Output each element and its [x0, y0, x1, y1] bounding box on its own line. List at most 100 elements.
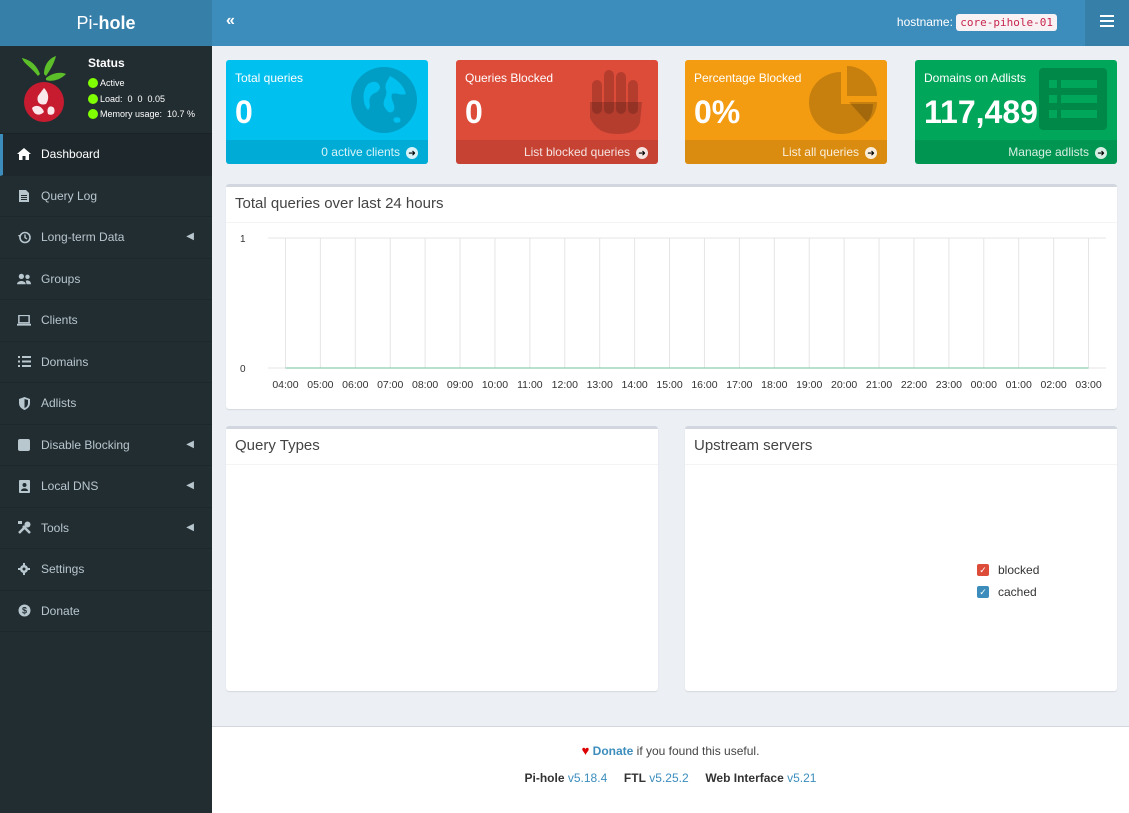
x-tick-label: 06:00: [342, 379, 368, 391]
file-icon: [17, 189, 31, 203]
sidebar-item-disable-blocking[interactable]: Disable Blocking ◀: [0, 425, 212, 466]
version-line: Pi-hole v5.18.4 FTL v5.25.2 Web Interfac…: [212, 771, 1129, 785]
percentage-blocked-box: Percentage Blocked 0% List all queries ➜: [685, 60, 887, 164]
status-title: Status: [88, 56, 125, 70]
chevron-left-icon: ◀: [186, 231, 194, 242]
menu-toggle-icon[interactable]: [1085, 0, 1129, 46]
sidebar-item-label: Adlists: [41, 396, 77, 411]
sidebar-collapse-icon[interactable]: «: [226, 12, 235, 30]
queries-over-time-panel: Total queries over last 24 hours 0 1 04:00…: [226, 184, 1117, 409]
sidebar-item-label: Settings: [41, 562, 85, 577]
gear-icon: [17, 562, 31, 576]
donate-icon: $: [17, 604, 31, 618]
x-tick-label: 14:00: [621, 379, 647, 391]
status-panel: Status Active Load: 0 0 0.05 Memory usag…: [0, 46, 212, 134]
x-tick-label: 07:00: [377, 379, 403, 391]
percentage-blocked-label: Percentage Blocked: [694, 71, 802, 85]
total-queries-label: Total queries: [235, 71, 304, 85]
x-tick-label: 11:00: [517, 379, 543, 391]
queries-blocked-value: 0: [465, 94, 483, 130]
app-logo[interactable]: Pi-hole: [0, 0, 212, 46]
list-all-queries-link[interactable]: List all queries ➜: [685, 140, 887, 164]
sidebar-item-adlists[interactable]: Adlists: [0, 383, 212, 425]
x-tick-label: 04:00: [272, 379, 298, 391]
sidebar-item-label: Long-term Data: [41, 230, 125, 245]
upstream-legend: ✓ blocked ✓ cached: [977, 559, 1039, 603]
donate-link[interactable]: Donate: [593, 744, 634, 758]
globe-icon: [351, 67, 417, 133]
legend-item-cached[interactable]: ✓ cached: [977, 581, 1039, 603]
sidebar-item-dashboard[interactable]: Dashboard: [0, 134, 212, 176]
upstream-servers-title: Upstream servers: [685, 429, 1117, 465]
sidebar-item-tools[interactable]: Tools ◀: [0, 508, 212, 549]
sidebar-item-donate[interactable]: $ Donate: [0, 591, 212, 632]
x-tick-label: 20:00: [831, 379, 857, 391]
hand-icon: [590, 70, 642, 134]
x-tick-label: 22:00: [901, 379, 927, 391]
sidebar-item-label: Local DNS: [41, 479, 99, 494]
sidebar-item-query-log[interactable]: Query Log: [0, 176, 212, 217]
status-memory-text: Memory usage: 10.7 %: [100, 109, 196, 119]
list-blocked-queries-link[interactable]: List blocked queries ➜: [456, 140, 658, 164]
arrow-circle-right-icon: ➜: [865, 146, 877, 159]
svg-text:$: $: [21, 606, 26, 616]
query-types-title: Query Types: [226, 429, 658, 465]
checkbox-checked-icon: ✓: [977, 564, 989, 576]
domains-on-adlists-box: Domains on Adlists 117,489 Manage adlist…: [915, 60, 1117, 164]
sidebar-menu: Dashboard Query Log Long-term Data ◀ Gro…: [0, 134, 212, 632]
active-clients-text: 0 active clients: [321, 145, 400, 159]
pihole-version-link[interactable]: v5.18.4: [568, 771, 607, 785]
x-tick-label: 08:00: [412, 379, 438, 391]
stop-icon: [17, 438, 31, 452]
query-types-panel: Query Types: [226, 426, 658, 691]
ftl-version-link[interactable]: v5.25.2: [649, 771, 688, 785]
sidebar-item-clients[interactable]: Clients: [0, 300, 212, 342]
status-active: Active: [88, 78, 125, 88]
active-dot-icon: [88, 78, 98, 88]
sidebar-item-domains[interactable]: Domains: [0, 342, 212, 383]
sidebar-item-label: Domains: [41, 354, 89, 369]
x-tick-label: 16:00: [691, 379, 717, 391]
list-blocked-queries-text: List blocked queries: [523, 145, 630, 159]
load-dot-icon: [88, 94, 98, 104]
list-icon: [17, 355, 31, 369]
manage-adlists-link[interactable]: Manage adlists ➜: [915, 140, 1117, 164]
x-tick-label: 09:00: [447, 379, 473, 391]
active-clients-link[interactable]: 0 active clients ➜: [226, 140, 428, 164]
web-interface-version-link[interactable]: v5.21: [787, 771, 816, 785]
arrow-circle-right-icon: ➜: [406, 146, 418, 159]
y-tick-label: 1: [240, 234, 246, 245]
x-tick-label: 13:00: [587, 379, 613, 391]
sidebar-item-label: Tools: [41, 520, 70, 535]
users-icon: [17, 272, 31, 286]
sidebar-item-local-dns[interactable]: Local DNS ◀: [0, 466, 212, 508]
sidebar-item-label: Query Log: [41, 188, 98, 203]
address-book-icon: [17, 479, 31, 493]
sidebar-item-long-term-data[interactable]: Long-term Data ◀: [0, 217, 212, 259]
domains-on-adlists-value: 117,489: [924, 94, 1038, 130]
list-all-queries-text: List all queries: [782, 145, 859, 159]
sidebar-item-label: Disable Blocking: [41, 437, 130, 452]
hostname-display: hostname: core-pihole-01: [897, 14, 1057, 31]
tools-icon: [17, 521, 31, 535]
x-tick-label: 23:00: [936, 379, 962, 391]
legend-label: cached: [998, 585, 1037, 599]
list-alt-icon: [1039, 68, 1107, 130]
top-navbar: « hostname: core-pihole-01: [212, 0, 1129, 46]
chevron-left-icon: ◀: [186, 438, 194, 450]
x-tick-label: 00:00: [971, 379, 997, 391]
legend-item-blocked[interactable]: ✓ blocked: [977, 559, 1039, 581]
x-tick-label: 19:00: [796, 379, 822, 391]
queries-over-time-chart: 0 1 04:00 05:00 06:00 07:00 08:00 09:00 10:00 11:…: [240, 234, 1106, 391]
page-footer: ♥ Donate if you found this useful. Pi-ho…: [212, 726, 1129, 813]
status-memory: Memory usage: 10.7 %: [88, 109, 195, 119]
history-icon: [17, 230, 31, 244]
total-queries-value: 0: [235, 94, 253, 130]
shield-icon: [17, 396, 31, 410]
sidebar-item-groups[interactable]: Groups: [0, 259, 212, 300]
logo-bold: hole: [98, 13, 136, 33]
home-icon: [17, 147, 31, 161]
sidebar-item-settings[interactable]: Settings: [0, 549, 212, 591]
queries-blocked-label: Queries Blocked: [465, 71, 554, 85]
arrow-circle-right-icon: ➜: [1095, 146, 1107, 159]
